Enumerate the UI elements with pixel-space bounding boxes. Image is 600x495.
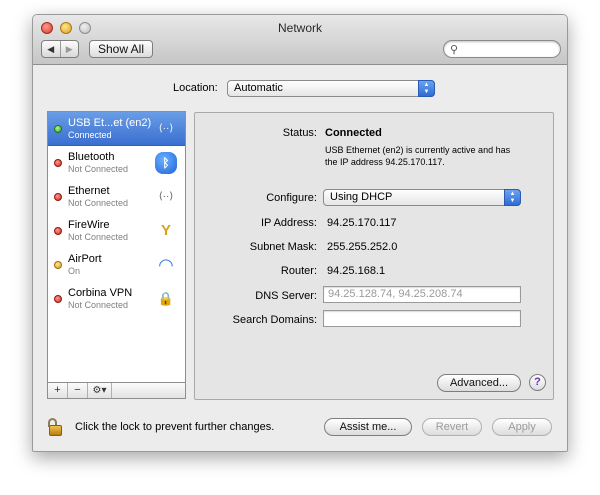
window-toolbar: Network ◀ ▶ Show All ⚲ xyxy=(33,15,567,65)
ethernet-icon: ⟨··⟩ xyxy=(158,191,174,202)
firewire-icon: Y xyxy=(160,222,171,239)
not-connected-status-dot xyxy=(54,295,62,303)
service-item-bluetooth[interactable]: Bluetooth Not Connected ᛒ xyxy=(48,146,185,180)
not-connected-status-dot xyxy=(54,193,62,201)
service-status: Not Connected xyxy=(68,300,129,310)
wifi-icon: ◠ xyxy=(158,255,174,275)
network-preferences-window: Network ◀ ▶ Show All ⚲ Location: Automat… xyxy=(32,14,568,452)
configure-popup[interactable]: Using DHCP ▲ ▼ xyxy=(323,189,521,206)
back-arrow-icon[interactable]: ◀ xyxy=(42,41,60,57)
service-status: Not Connected xyxy=(68,164,129,174)
not-connected-status-dot xyxy=(54,159,62,167)
dns-server-field[interactable]: 94.25.128.74, 94.25.208.74 xyxy=(323,286,521,303)
service-status: Not Connected xyxy=(68,198,129,208)
apply-button[interactable]: Apply xyxy=(492,418,552,436)
show-all-button[interactable]: Show All xyxy=(89,40,153,58)
location-label: Location: xyxy=(173,82,218,94)
not-connected-status-dot xyxy=(54,227,62,235)
router-value: 94.25.168.1 xyxy=(327,265,386,277)
service-name: Ethernet xyxy=(68,185,110,197)
router-label: Router: xyxy=(280,265,317,277)
gear-menu-icon[interactable]: ⚙▾ xyxy=(88,383,112,398)
add-service-button[interactable]: + xyxy=(48,383,68,398)
location-popup[interactable]: Automatic ▲ ▼ xyxy=(227,80,435,97)
configure-label: Configure: xyxy=(266,192,317,204)
status-value: Connected xyxy=(325,127,382,139)
service-name: USB Et...et (en2) xyxy=(68,117,152,129)
assist-me-button[interactable]: Assist me... xyxy=(324,418,412,436)
popup-arrows-icon: ▲ ▼ xyxy=(418,80,435,97)
window-title: Network xyxy=(277,21,322,35)
service-item-firewire[interactable]: FireWire Not Connected Y xyxy=(48,214,185,248)
search-domains-field[interactable] xyxy=(323,310,521,327)
advanced-button[interactable]: Advanced... xyxy=(437,374,521,392)
popup-arrows-icon: ▲ ▼ xyxy=(504,189,521,206)
lock-instruction-text: Click the lock to prevent further change… xyxy=(75,421,275,433)
subnet-mask-value: 255.255.252.0 xyxy=(327,241,398,253)
forward-arrow-icon[interactable]: ▶ xyxy=(59,41,79,57)
lock-icon[interactable] xyxy=(48,418,62,436)
service-item-airport[interactable]: AirPort On ◠ xyxy=(48,248,185,282)
search-domains-label: Search Domains: xyxy=(232,314,317,326)
service-item-usb-ethernet[interactable]: USB Et...et (en2) Connected ⟨··⟩ xyxy=(48,112,185,146)
service-item-corbina-vpn[interactable]: Corbina VPN Not Connected 🔒 xyxy=(48,282,185,316)
help-icon[interactable]: ? xyxy=(529,374,546,391)
location-value: Automatic xyxy=(234,82,283,94)
service-list: USB Et...et (en2) Connected ⟨··⟩ Bluetoo… xyxy=(47,111,186,383)
bluetooth-icon: ᛒ xyxy=(155,152,177,174)
back-forward-control: ◀ ▶ xyxy=(41,40,79,58)
status-label: Status: xyxy=(282,127,317,139)
search-input[interactable]: ⚲ xyxy=(443,40,561,58)
search-icon: ⚲ xyxy=(450,44,459,56)
vpn-lock-icon: 🔒 xyxy=(157,291,175,306)
revert-button[interactable]: Revert xyxy=(422,418,482,436)
ip-address-label: IP Address: xyxy=(260,217,317,229)
service-status: Not Connected xyxy=(68,232,129,242)
service-item-ethernet[interactable]: Ethernet Not Connected ⟨··⟩ xyxy=(48,180,185,214)
service-name: Corbina VPN xyxy=(68,287,133,299)
status-description: USB Ethernet (en2) is currently active a… xyxy=(325,145,511,167)
dns-server-label: DNS Server: xyxy=(255,290,317,302)
connected-status-dot xyxy=(54,125,62,133)
remove-service-button[interactable]: − xyxy=(68,383,88,398)
service-status: On xyxy=(68,266,81,276)
configure-value: Using DHCP xyxy=(330,191,393,203)
service-list-controls: + − ⚙▾ xyxy=(47,383,186,399)
subnet-mask-label: Subnet Mask: xyxy=(249,241,317,253)
service-name: FireWire xyxy=(68,219,110,231)
service-status: Connected xyxy=(68,130,112,140)
on-status-dot xyxy=(54,261,62,269)
service-name: AirPort xyxy=(68,253,102,265)
service-name: Bluetooth xyxy=(68,151,115,163)
ip-address-value: 94.25.170.117 xyxy=(327,217,397,229)
ethernet-icon: ⟨··⟩ xyxy=(158,123,174,134)
